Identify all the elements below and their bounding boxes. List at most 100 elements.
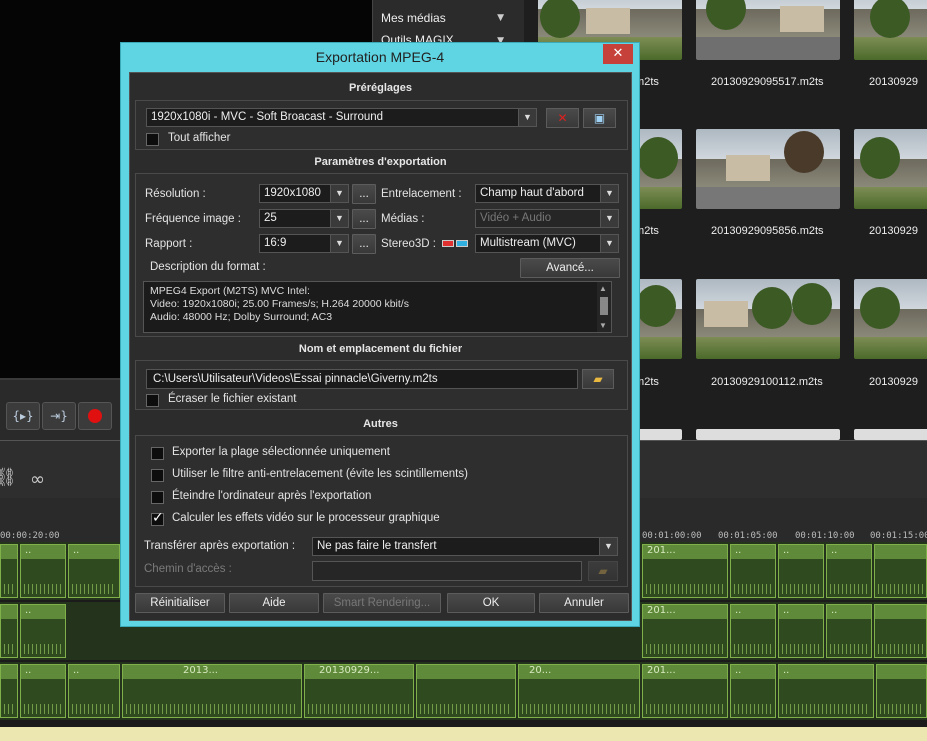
chevron-down-icon: ▼	[600, 185, 618, 202]
stereo3d-value: Multistream (MVC)	[480, 237, 576, 249]
ruler-tick: 00:01:15:00	[870, 531, 927, 541]
go-to-marker-button[interactable]: ⇥}	[42, 402, 76, 430]
timeline-clip[interactable]: ..	[826, 604, 872, 658]
reset-button[interactable]: Réinitialiser	[135, 593, 225, 613]
transfer-label: Transférer après exportation :	[144, 540, 296, 552]
dialog-body: Préréglages 1920x1080i - MVC - Soft Broa…	[129, 72, 632, 621]
timeline-clip[interactable]: ..	[730, 664, 776, 718]
timeline-clip[interactable]: 201...	[642, 664, 728, 718]
ratio-more-button[interactable]: ...	[352, 234, 376, 254]
side-item-my-media[interactable]: Mes médias	[381, 11, 446, 25]
media-thumbnail[interactable]	[854, 429, 927, 440]
scroll-down-icon[interactable]: ▼	[599, 319, 607, 332]
timeline-clip[interactable]: 20130929...	[304, 664, 414, 718]
chevron-down-icon: ▼	[330, 185, 348, 202]
timeline-clip[interactable]: 201...	[642, 604, 728, 658]
timeline-clip[interactable]: ..	[778, 604, 824, 658]
ratio-select[interactable]: 16:9 ▼	[259, 234, 349, 253]
help-button[interactable]: Aide	[229, 593, 319, 613]
ok-button[interactable]: OK	[447, 593, 535, 613]
timeline-clip[interactable]: ..	[68, 544, 120, 598]
delete-preset-button[interactable]: ✕	[546, 108, 579, 128]
media-value: Vidéo + Audio	[480, 212, 552, 224]
cancel-button[interactable]: Annuler	[539, 593, 629, 613]
media-thumbnail[interactable]	[854, 0, 927, 60]
close-icon: ✕	[612, 46, 624, 61]
shutdown-label: Éteindre l'ordinateur après l'exportatio…	[172, 490, 372, 502]
media-thumbnail[interactable]	[696, 429, 840, 440]
timeline-clip[interactable]	[0, 544, 18, 598]
bottom-bar	[0, 727, 927, 741]
media-select[interactable]: Vidéo + Audio ▼	[475, 209, 619, 228]
description-scrollbar[interactable]: ▲ ▼	[597, 282, 611, 332]
browse-folder-button[interactable]: ▰	[582, 369, 614, 389]
record-button[interactable]	[78, 402, 112, 430]
media-thumbnail[interactable]	[696, 279, 840, 359]
show-all-label: Tout afficher	[168, 132, 231, 144]
media-thumbnail[interactable]	[854, 129, 927, 209]
timeline-clip[interactable]: ..	[68, 664, 120, 718]
timeline-clip[interactable]: 20...	[518, 664, 640, 718]
overwrite-checkbox[interactable]	[146, 394, 159, 407]
timeline-clip[interactable]	[874, 604, 927, 658]
deinterlace-checkbox[interactable]	[151, 469, 164, 482]
side-item-magix-tools[interactable]: Outils MAGIX	[381, 33, 454, 42]
path-label: Chemin d'accès :	[144, 563, 232, 575]
browse-transfer-button[interactable]: ▰	[588, 561, 618, 581]
close-button[interactable]: ✕	[603, 44, 633, 64]
clip-label: 2013...	[183, 665, 218, 676]
file-path-field[interactable]: C:\Users\Utilisateur\Videos\Essai pinnac…	[146, 369, 578, 389]
timeline-clip[interactable]: ..	[20, 664, 66, 718]
transfer-select[interactable]: Ne pas faire le transfert ▼	[312, 537, 618, 556]
clip-label: 201...	[647, 545, 676, 556]
clip-label: ..	[735, 605, 742, 616]
show-all-checkbox[interactable]	[146, 133, 159, 146]
timeline-clip[interactable]: ..	[826, 544, 872, 598]
timeline-clip[interactable]: ..	[778, 544, 824, 598]
timeline-clip[interactable]	[876, 664, 927, 718]
timeline-clip[interactable]: ..	[20, 604, 66, 658]
transfer-path-field[interactable]	[312, 561, 582, 581]
media-filename: 20130929	[869, 225, 918, 237]
resolution-value: 1920x1080	[264, 187, 321, 199]
timeline-clip[interactable]: ..	[730, 604, 776, 658]
timeline-clip[interactable]: ..	[778, 664, 874, 718]
scroll-thumb[interactable]	[600, 297, 608, 315]
timeline-clip[interactable]: 20...	[416, 664, 549, 718]
chevron-down-icon: ▼	[330, 235, 348, 252]
interlace-select[interactable]: Champ haut d'abord ▼	[475, 184, 619, 203]
media-filename: 20130929095856.m2ts	[711, 225, 824, 237]
media-filename: 20130929100112.m2ts	[711, 376, 823, 388]
unlink-icon[interactable]: ∞	[30, 469, 45, 490]
save-preset-button[interactable]: ▣	[583, 108, 616, 128]
chevron-down-icon[interactable]: ▼	[497, 13, 504, 23]
framerate-more-button[interactable]: ...	[352, 209, 376, 229]
resolution-select[interactable]: 1920x1080 ▼	[259, 184, 349, 203]
framerate-select[interactable]: 25 ▼	[259, 209, 349, 228]
smart-rendering-button[interactable]: Smart Rendering...	[323, 593, 441, 613]
timeline-clip[interactable]	[0, 664, 18, 718]
media-thumbnail[interactable]	[696, 0, 840, 60]
export-range-checkbox[interactable]	[151, 447, 164, 460]
timeline-clip[interactable]	[0, 604, 18, 658]
3d-glasses-icon	[442, 238, 470, 248]
resolution-more-button[interactable]: ...	[352, 184, 376, 204]
timeline-clip[interactable]: 201...	[642, 544, 728, 598]
shutdown-checkbox[interactable]	[151, 491, 164, 504]
advanced-button[interactable]: Avancé...	[520, 258, 620, 278]
stereo3d-select[interactable]: Multistream (MVC) ▼	[475, 234, 619, 253]
timeline-clip[interactable]: 2013...	[122, 664, 302, 718]
timeline-clip[interactable]	[874, 544, 927, 598]
clip-label: 201...	[647, 665, 676, 676]
media-thumbnail[interactable]	[696, 129, 840, 209]
preset-select[interactable]: 1920x1080i - MVC - Soft Broacast - Surro…	[146, 108, 537, 127]
timeline-clip[interactable]: ..	[730, 544, 776, 598]
gpu-effects-checkbox[interactable]	[151, 510, 164, 526]
media-thumbnail[interactable]	[854, 279, 927, 359]
media-filename: 20130929	[869, 376, 918, 388]
play-range-button[interactable]: {▸}	[6, 402, 40, 430]
scroll-up-icon[interactable]: ▲	[599, 282, 607, 295]
link-icon[interactable]: ⛓	[0, 467, 17, 488]
chevron-down-icon: ▼	[600, 235, 618, 252]
timeline-clip[interactable]: ..	[20, 544, 66, 598]
